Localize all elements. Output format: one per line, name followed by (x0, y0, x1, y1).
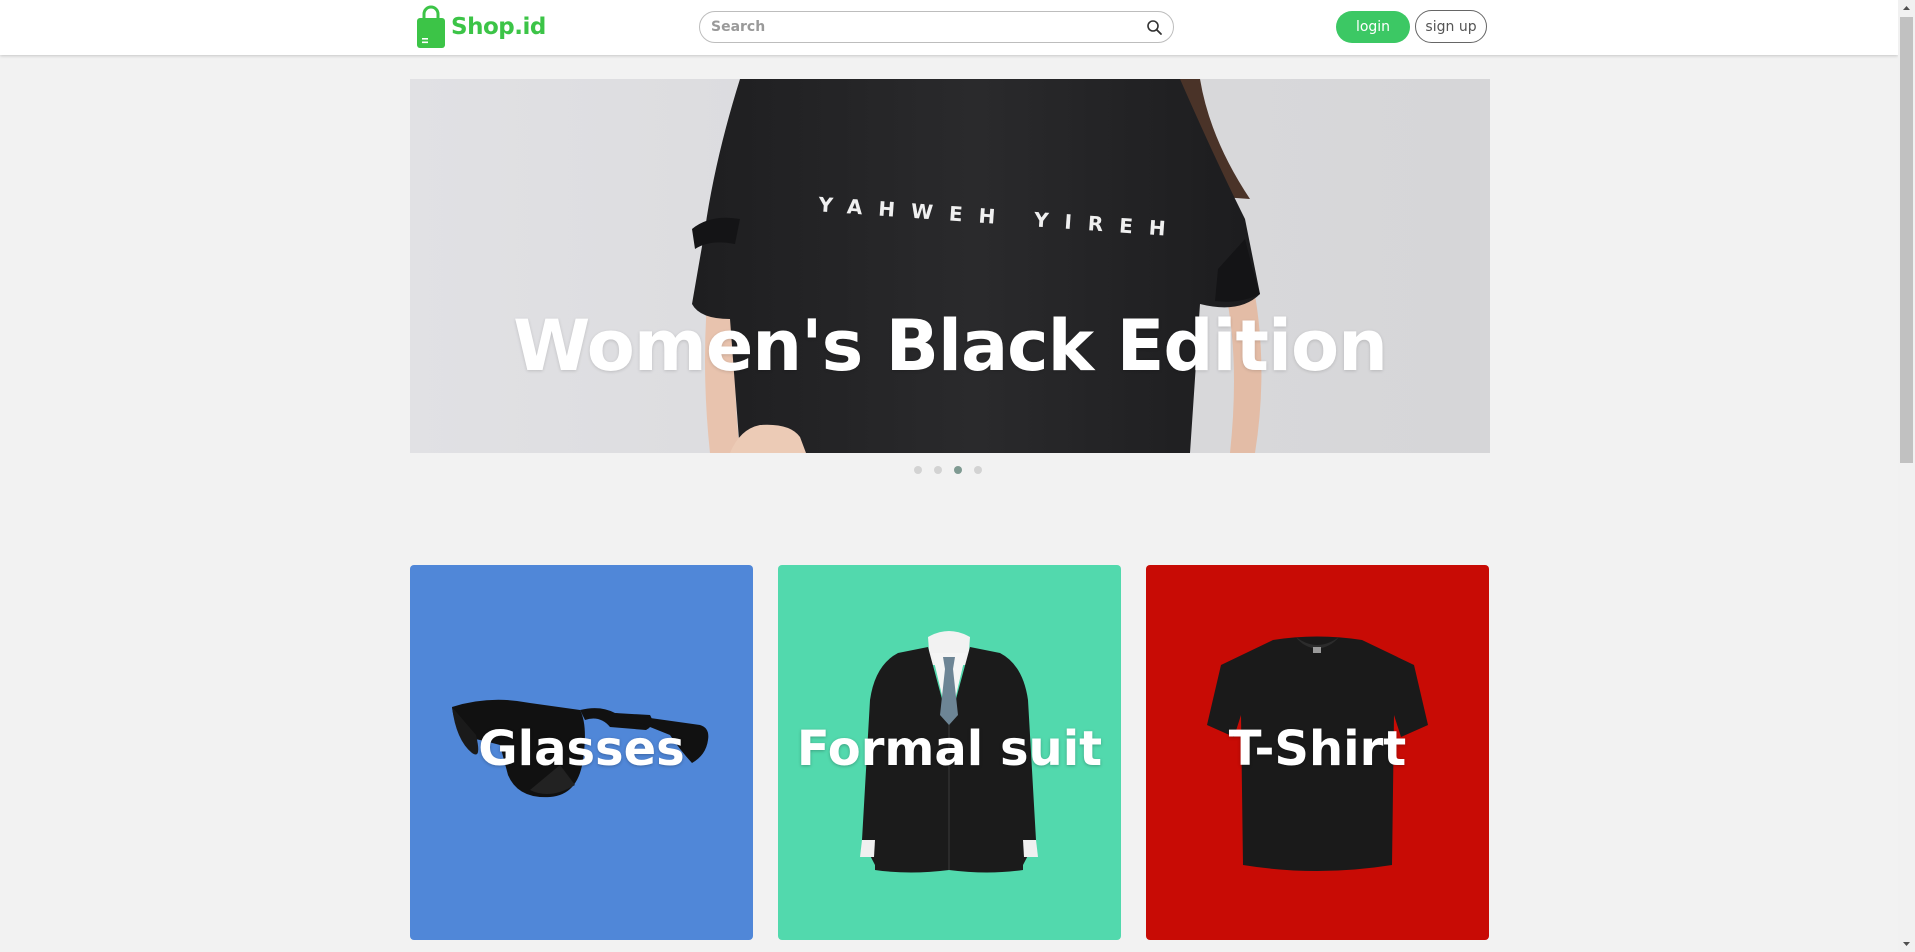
shop-logo[interactable]: Shop.id (415, 5, 546, 49)
scroll-up-arrow-icon[interactable] (1898, 0, 1915, 17)
category-title: T-Shirt (1228, 721, 1407, 777)
logo-text: Shop.id (451, 14, 546, 40)
category-card-tshirt[interactable]: T-Shirt (1146, 565, 1489, 940)
category-card-formal-suit[interactable]: Formal suit (778, 565, 1121, 940)
search-icon[interactable] (1146, 19, 1163, 36)
scroll-down-arrow-icon[interactable] (1898, 935, 1915, 952)
search-box (699, 11, 1174, 43)
page-scrollbar[interactable] (1898, 0, 1915, 952)
login-button[interactable]: login (1336, 11, 1410, 43)
carousel-dot-1[interactable] (914, 466, 922, 474)
carousel-dot-4[interactable] (974, 466, 982, 474)
banner-caption: Women's Black Edition (513, 305, 1388, 387)
hero-carousel[interactable]: YAHWEH YIREH Women's Black Edition (410, 79, 1490, 453)
category-title: Formal suit (796, 721, 1103, 777)
shopping-bag-icon (417, 5, 445, 48)
top-navbar: Shop.id login sign up (0, 0, 1898, 55)
banner-image (692, 79, 1262, 453)
scrollbar-thumb[interactable] (1900, 17, 1913, 463)
carousel-indicators (914, 466, 982, 474)
carousel-dot-2[interactable] (934, 466, 942, 474)
category-title: Glasses (478, 721, 685, 777)
signup-button[interactable]: sign up (1415, 10, 1487, 43)
search-input[interactable] (711, 12, 1131, 42)
category-card-glasses[interactable]: Glasses (410, 565, 753, 940)
carousel-dot-3[interactable] (954, 466, 962, 474)
